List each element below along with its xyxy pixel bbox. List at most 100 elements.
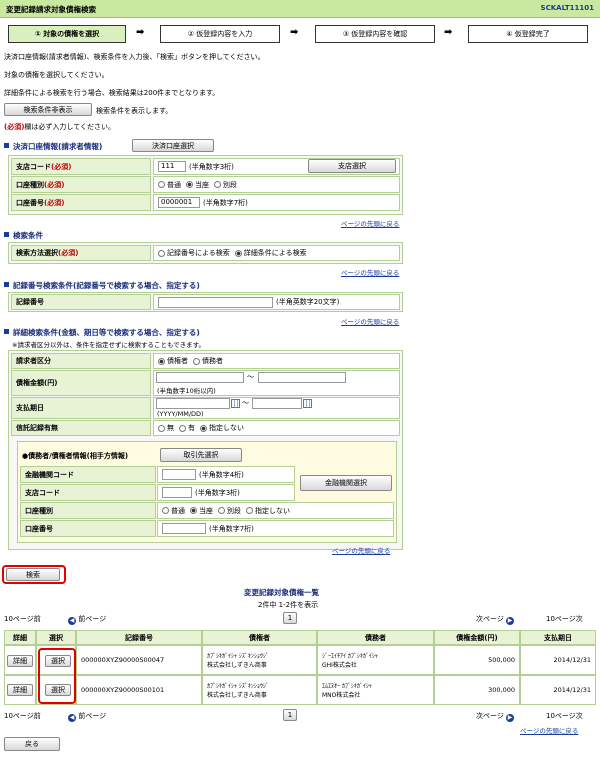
select-counterparty-button[interactable]: 取引先選択 xyxy=(160,448,242,462)
intro-line-2: 対象の債権を選択してください。 xyxy=(4,71,109,79)
branch-code-input[interactable]: 111 xyxy=(158,161,186,172)
arrow-right-icon: ▶ xyxy=(506,617,515,625)
amount-to-input[interactable] xyxy=(258,372,346,383)
account-number-input[interactable]: 0000001 xyxy=(158,197,200,208)
branch-code-label: 支店コード (必須) xyxy=(11,158,151,175)
back-to-top-link[interactable]: ページの先頭に戻る xyxy=(520,725,578,735)
required-mark: (必須) xyxy=(4,123,25,131)
step-2: ② 仮登録内容を入力 xyxy=(160,25,280,43)
back-button[interactable]: 戻る xyxy=(4,737,60,751)
arrow-left-icon: ◀ xyxy=(68,617,76,625)
radio-debtor[interactable] xyxy=(193,357,200,365)
acct-no-input-2[interactable] xyxy=(162,523,206,534)
branch-code-input-2[interactable] xyxy=(162,487,192,498)
select-account-button[interactable]: 決済口座選択 xyxy=(132,139,214,152)
role-label: 請求者区分 xyxy=(11,353,151,369)
radio-creditor[interactable] xyxy=(158,357,165,365)
search-button[interactable]: 検索 xyxy=(6,568,60,581)
bank-code-input[interactable] xyxy=(162,469,196,480)
creditor-name: 株式会社しずきん商事 xyxy=(207,662,267,669)
acct-type-label-2: 口座種別 xyxy=(20,502,156,519)
col-due: 支払期日 xyxy=(520,630,596,645)
step-4: ④ 仮登録完了 xyxy=(468,25,588,43)
arrow-right-icon: ➡ xyxy=(136,27,145,38)
due-date-hint: (YYYY/MM/DD) xyxy=(157,410,204,418)
back-to-top-link[interactable]: ページの先頭に戻る xyxy=(341,316,399,326)
due-date: 2014/12/31 xyxy=(520,645,596,675)
select-column-highlight xyxy=(38,648,76,704)
page-title: 変更記録請求対象債権検索 xyxy=(6,5,96,14)
back-to-top-link[interactable]: ページの先頭に戻る xyxy=(341,218,399,228)
due-date-label: 支払期日 xyxy=(11,397,151,419)
radio-special-2[interactable] xyxy=(218,507,225,514)
radio-trust-yes[interactable] xyxy=(179,424,186,432)
next-10-pages[interactable]: 10ページ次 xyxy=(546,614,583,624)
account-type-label: 口座種別 (必須) xyxy=(11,176,151,193)
toggle-note: 検索条件を表示します。 xyxy=(96,107,173,115)
radio-trust-unspecified[interactable] xyxy=(200,424,207,432)
prev-10-pages[interactable]: 10ページ前 xyxy=(4,614,41,624)
hide-conditions-button[interactable]: 検索条件非表示 xyxy=(4,103,92,116)
radio-current[interactable] xyxy=(186,181,193,188)
next-10-pages[interactable]: 10ページ次 xyxy=(546,711,583,721)
prev-10-pages[interactable]: 10ページ前 xyxy=(4,711,41,721)
results-title: 変更記録対象債権一覧 xyxy=(244,588,319,597)
col-debtor: 債務者 xyxy=(317,630,434,645)
record-number: 000000XYZ90000S00047 xyxy=(76,645,202,675)
radio-by-record[interactable] xyxy=(158,249,165,257)
due-date-to-input[interactable] xyxy=(252,398,302,409)
arrow-right-icon: ▶ xyxy=(506,714,515,722)
radio-unspecified-2[interactable] xyxy=(246,507,253,514)
next-page[interactable]: 次ページ ▶ xyxy=(476,711,515,722)
section-record-heading: 記録番号検索条件(記録番号で検索する場合、指定する) xyxy=(4,280,200,291)
record-number-input[interactable] xyxy=(158,296,273,308)
debtor-kana: ｴﾑｴﾇｵｰ ｶﾌﾞｼｷｶﾞｲｼｬ xyxy=(322,683,372,690)
results-count: 2件中 1-2件を表示 xyxy=(258,601,319,609)
arrow-left-icon: ◀ xyxy=(68,714,76,722)
radio-trust-none[interactable] xyxy=(158,424,165,432)
amount: 300,000 xyxy=(434,675,520,705)
back-to-top-link[interactable]: ページの先頭に戻る xyxy=(341,267,399,277)
search-method-label: 検索方法選択 (必須) xyxy=(11,245,151,261)
prev-page[interactable]: ◀ 前ページ xyxy=(68,614,106,625)
radio-ordinary-2[interactable] xyxy=(162,507,169,514)
branch-code-label-2: 支店コード xyxy=(20,484,156,501)
col-creditor: 債権者 xyxy=(202,630,317,645)
select-bank-button[interactable]: 金融機関選択 xyxy=(300,475,392,491)
calendar-icon[interactable] xyxy=(231,399,240,408)
calendar-icon[interactable] xyxy=(303,399,312,408)
col-amount: 債権金額(円) xyxy=(434,630,520,645)
section-search-heading: 検索条件 xyxy=(4,230,43,241)
back-to-top-link[interactable]: ページの先頭に戻る xyxy=(332,545,390,555)
page-number-button[interactable]: 1 xyxy=(283,612,297,624)
prev-page[interactable]: ◀ 前ページ xyxy=(68,711,106,722)
radio-special[interactable] xyxy=(214,181,221,188)
col-select: 選択 xyxy=(36,630,76,645)
next-page[interactable]: 次ページ ▶ xyxy=(476,614,515,625)
debtor-name: MNO株式会社 xyxy=(322,692,361,699)
acct-no-label-2: 口座番号 xyxy=(20,520,156,537)
amount-label: 債権金額(円) xyxy=(11,370,151,396)
radio-by-detail[interactable] xyxy=(234,249,242,257)
detail-button[interactable]: 詳細 xyxy=(7,684,33,696)
record-number: 000000XYZ90000S00101 xyxy=(76,675,202,705)
page-number-button[interactable]: 1 xyxy=(283,709,297,721)
debtor-name: GHI株式会社 xyxy=(322,662,357,669)
search-method-cell: 記録番号による検索 詳細条件による検索 xyxy=(153,245,400,261)
screen-code: SCKALT11101 xyxy=(540,4,594,12)
detail-button[interactable]: 詳細 xyxy=(7,655,33,667)
debtor-kana: ｼﾞｰｴｲﾁｱｲ ｶﾌﾞｼｷｶﾞｲｼｬ xyxy=(322,653,378,660)
amount-from-input[interactable] xyxy=(156,372,244,383)
creditor-kana: ｶﾌﾞｼｷｶﾞｲｼｬ ｼｽﾞｷﾝｼｮｳｼﾞ xyxy=(207,653,269,660)
intro-line-1: 決済口座情報(請求者情報)、検索条件を入力後、「検索」ボタンを押してください。 xyxy=(4,53,265,61)
arrow-right-icon: ➡ xyxy=(290,27,299,38)
radio-current-2[interactable] xyxy=(190,507,197,514)
col-detail: 詳細 xyxy=(4,630,36,645)
select-branch-button[interactable]: 支店選択 xyxy=(308,159,396,173)
trust-record-label: 信託記録有無 xyxy=(11,420,151,436)
radio-ordinary[interactable] xyxy=(158,181,165,188)
amount-hint: (半角数字10桁以内) xyxy=(157,387,216,395)
due-date-from-input[interactable] xyxy=(156,398,230,409)
amount: 500,000 xyxy=(434,645,520,675)
step-1: ① 対象の債権を選択 xyxy=(8,25,126,43)
